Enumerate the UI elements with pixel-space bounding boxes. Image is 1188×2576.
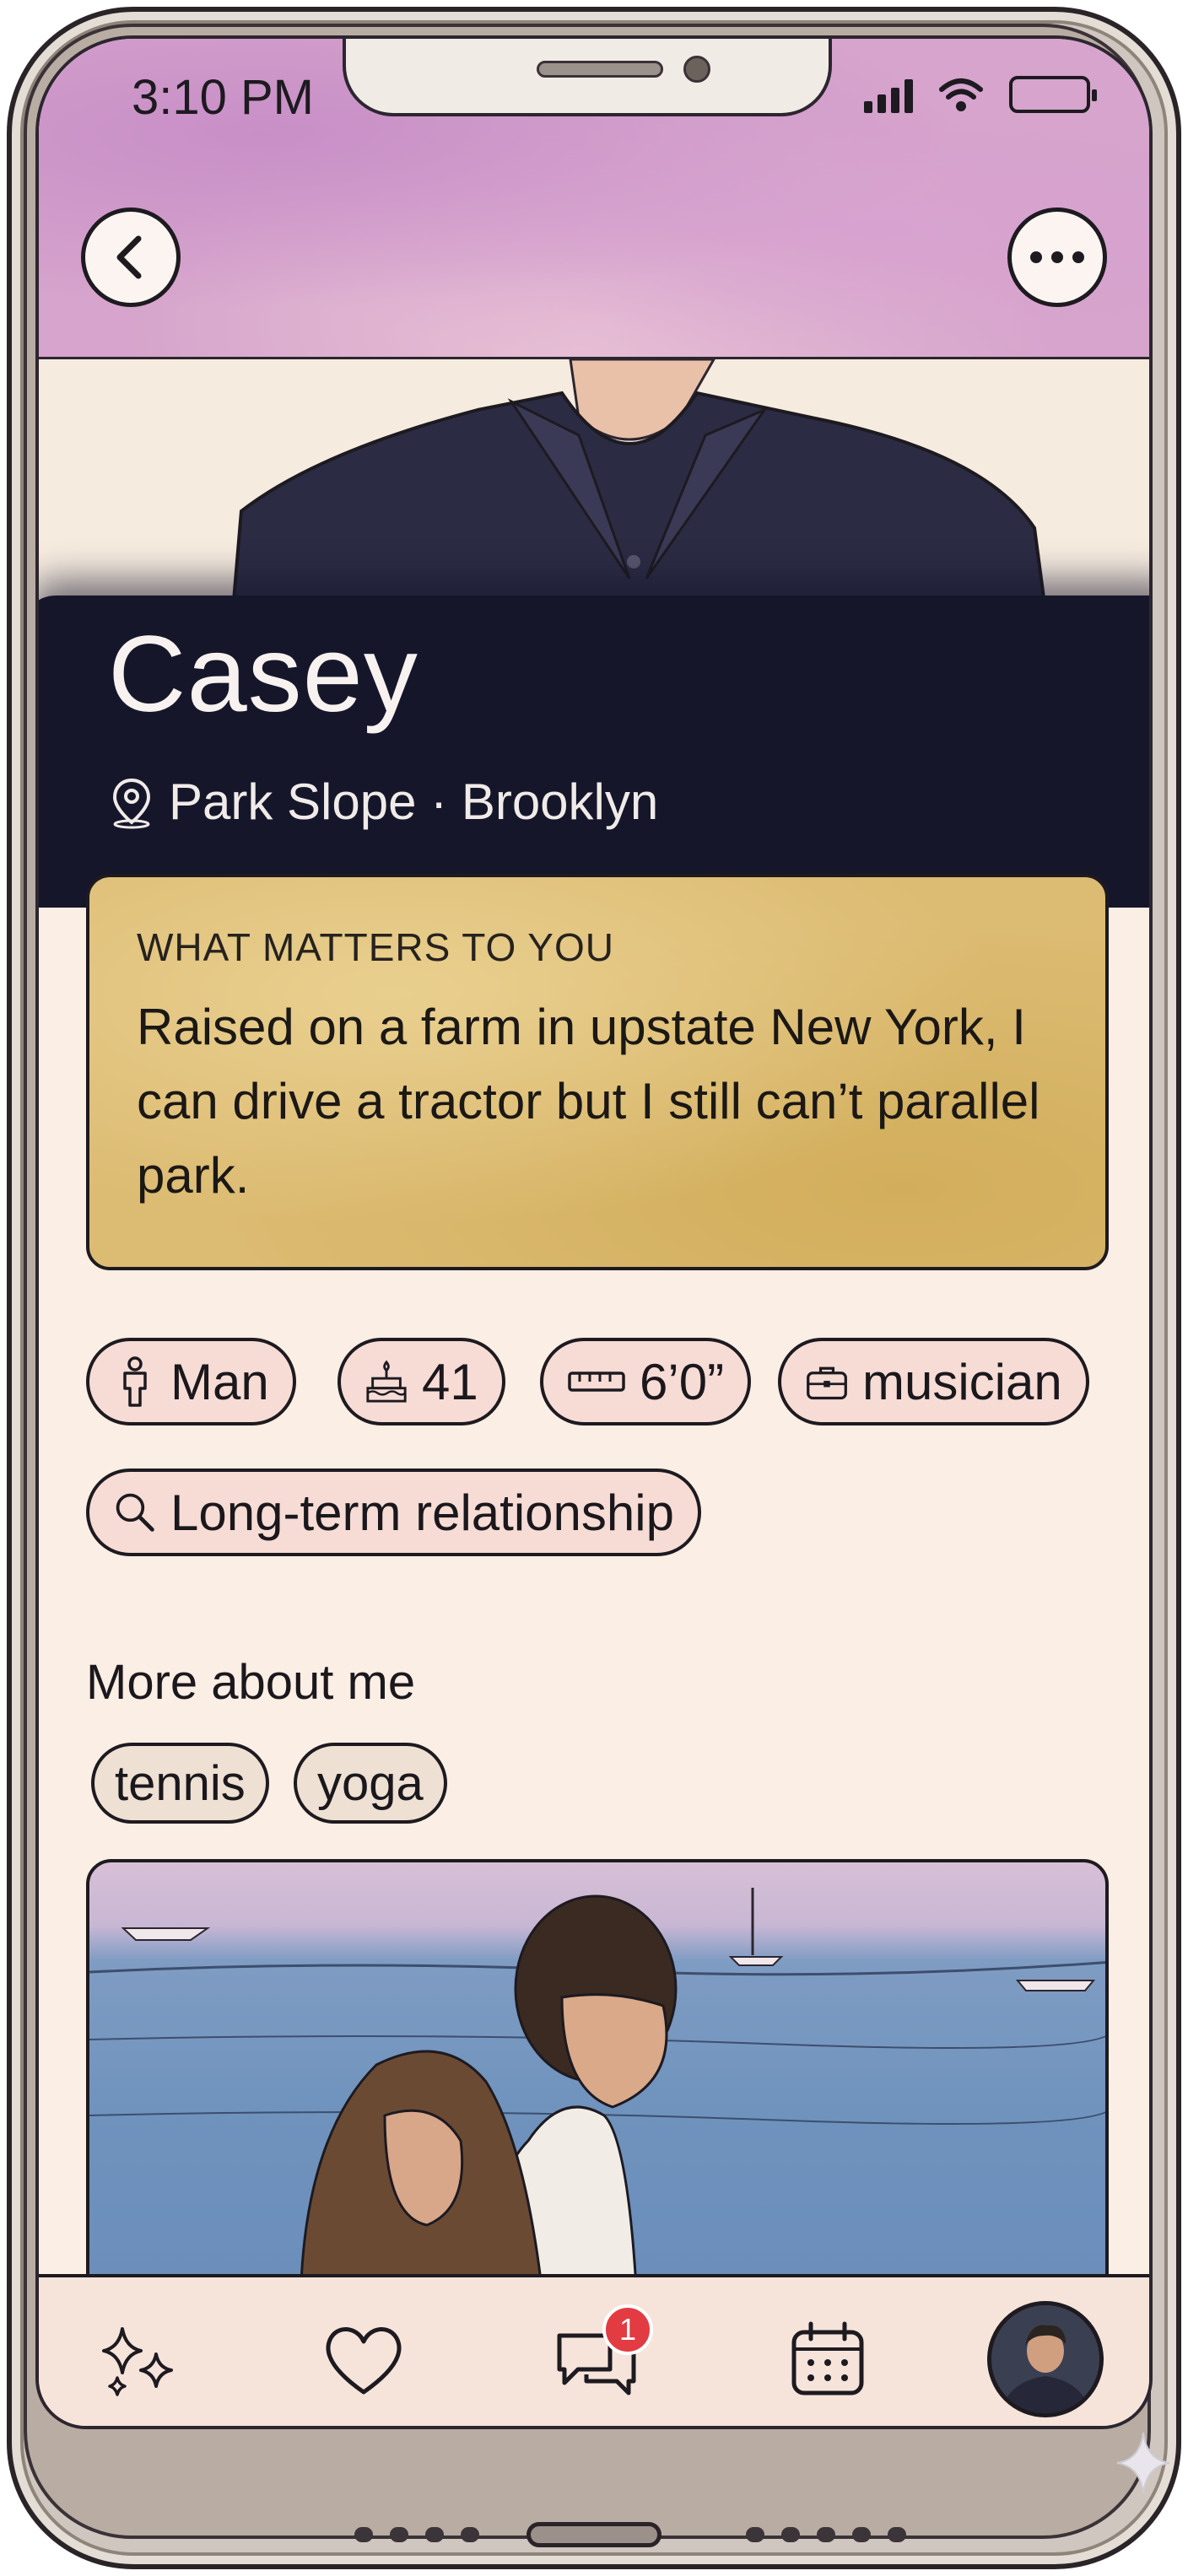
top-header-band: 3:10 PM [39,39,1149,359]
chip-label: 41 [422,1353,478,1410]
interest-tag: yoga [294,1743,447,1824]
sparkles-icon [102,2327,173,2396]
nav-likes[interactable] [317,2313,410,2406]
notification-badge: 1 [602,2304,653,2355]
chip-label: 6’0” [640,1353,725,1410]
front-camera [683,56,710,83]
nav-profile-avatar[interactable] [987,2301,1104,2417]
chip-label: musician [862,1353,1062,1410]
notch [343,39,832,116]
app-screen: 3:10 PM Casey Park Slope · Brooklyn WHAT… [35,35,1153,2429]
briefcase-icon [805,1360,849,1404]
chip-label: Man [170,1353,269,1410]
speaker-holes-right [746,2527,906,2542]
nav-messages[interactable]: 1 [550,2304,653,2406]
speaker-holes-left [354,2527,479,2542]
location-pin-icon [112,778,151,828]
interest-tag: tennis [91,1743,269,1824]
chip-gender: Man [86,1338,296,1425]
signal-icon [864,79,913,113]
avatar-illustration [991,2305,1099,2413]
nav-discover[interactable] [93,2313,186,2406]
battery-icon [1009,76,1097,113]
more-options-button[interactable] [1007,207,1107,307]
location-text: Park Slope · Brooklyn [169,773,659,830]
chevron-left-icon [116,235,142,279]
chip-looking-for: Long-term relationship [86,1469,701,1556]
prompt-title: WHAT MATTERS TO YOU [137,925,614,969]
prompt-answer: Raised on a farm in upstate New York, I … [137,999,1040,1204]
chip-job: musician [778,1338,1089,1425]
person-icon [113,1356,157,1407]
charging-port [526,2522,662,2547]
chip-age: 41 [338,1338,505,1425]
wifi-icon [939,78,983,111]
cake-icon [364,1360,408,1404]
back-button[interactable] [81,207,181,307]
status-icons [864,76,1097,113]
search-icon [113,1490,157,1534]
profile-photo[interactable] [86,1859,1109,2315]
status-time: 3:10 PM [132,70,314,125]
heart-icon [326,2327,402,2395]
chip-label: Long-term relationship [170,1484,674,1541]
calendar-icon [791,2321,864,2395]
speaker-grille [537,61,663,78]
profile-location: Park Slope · Brooklyn [108,773,658,831]
prompt-card[interactable]: WHAT MATTERS TO YOU Raised on a farm in … [86,874,1109,1270]
ellipsis-icon [1030,251,1084,263]
profile-hero-photo: Casey Park Slope · Brooklyn [39,359,1149,908]
more-about-title: More about me [86,1655,416,1710]
ruler-icon [567,1360,626,1404]
bottom-nav: 1 [39,2274,1149,2426]
profile-name: Casey [108,614,418,735]
chip-height: 6’0” [540,1338,752,1425]
nav-calendar[interactable] [781,2313,874,2406]
sparkle-watermark-icon [1116,2432,1170,2494]
photo-illustration [89,1888,1105,2311]
